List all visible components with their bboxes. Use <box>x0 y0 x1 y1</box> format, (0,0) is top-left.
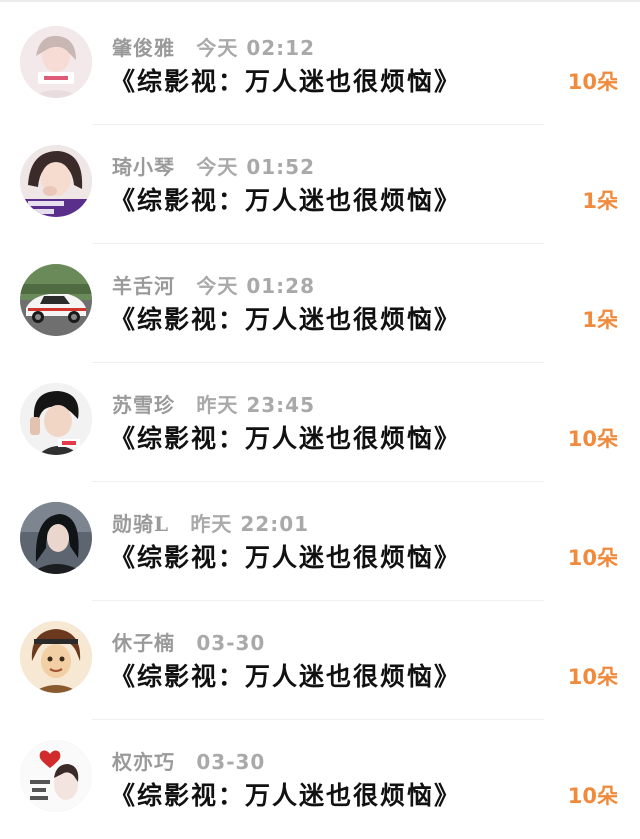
flower-count: 10朵 <box>567 546 618 570</box>
item-meta: 权亦巧 03-30 <box>112 746 265 775</box>
user-name[interactable]: 琦小琴 <box>112 155 175 179</box>
item-meta: 勋骑L 昨天 22:01 <box>112 508 309 537</box>
list-item[interactable]: 权亦巧 03-30 《综影视：万人迷也很烦恼》 10朵 <box>0 720 640 839</box>
user-name[interactable]: 羊舌河 <box>112 274 175 298</box>
timestamp: 昨天 22:01 <box>190 512 310 536</box>
item-meta: 琦小琴 今天 01:52 <box>112 151 315 180</box>
timestamp: 今天 01:28 <box>196 274 315 298</box>
user-name[interactable]: 权亦巧 <box>112 750 175 774</box>
book-title[interactable]: 《综影视：万人迷也很烦恼》 <box>110 657 461 693</box>
item-meta: 苏雪珍 昨天 23:45 <box>112 389 315 418</box>
list-item[interactable]: 羊舌河 今天 01:28 《综影视：万人迷也很烦恼》 1朵 <box>0 244 640 363</box>
flower-count: 1朵 <box>582 308 618 332</box>
user-name[interactable]: 肇俊雅 <box>112 36 175 60</box>
list-item[interactable]: 苏雪珍 昨天 23:45 《综影视：万人迷也很烦恼》 10朵 <box>0 363 640 482</box>
user-name[interactable]: 休子楠 <box>112 631 175 655</box>
book-title[interactable]: 《综影视：万人迷也很烦恼》 <box>110 538 461 574</box>
boy-portrait-avatar[interactable] <box>20 383 92 455</box>
top-divider <box>0 0 640 2</box>
item-meta: 休子楠 03-30 <box>112 627 265 656</box>
gift-list: 肇俊雅 今天 02:12 《综影视：万人迷也很烦恼》 10朵 琦小琴 今天 01… <box>0 6 640 839</box>
timestamp: 昨天 23:45 <box>196 393 315 417</box>
flower-count: 10朵 <box>567 784 618 808</box>
timestamp: 今天 02:12 <box>196 36 315 60</box>
timestamp: 03-30 <box>196 631 266 655</box>
user-name[interactable]: 勋骑L <box>112 512 169 536</box>
user-name[interactable]: 苏雪珍 <box>112 393 175 417</box>
book-title[interactable]: 《综影视：万人迷也很烦恼》 <box>110 300 461 336</box>
flower-count: 10朵 <box>567 427 618 451</box>
list-item[interactable]: 休子楠 03-30 《综影视：万人迷也很烦恼》 10朵 <box>0 601 640 720</box>
girl-selfie-avatar[interactable] <box>20 145 92 217</box>
sports-car-avatar[interactable] <box>20 264 92 336</box>
girl-portrait-avatar[interactable] <box>20 26 92 98</box>
flower-count: 10朵 <box>567 70 618 94</box>
book-title[interactable]: 《综影视：万人迷也很烦恼》 <box>110 62 461 98</box>
list-item[interactable]: 琦小琴 今天 01:52 《综影视：万人迷也很烦恼》 1朵 <box>0 125 640 244</box>
item-meta: 羊舌河 今天 01:28 <box>112 270 315 299</box>
list-item[interactable]: 肇俊雅 今天 02:12 《综影视：万人迷也很烦恼》 10朵 <box>0 6 640 125</box>
dark-hair-woman-avatar[interactable] <box>20 502 92 574</box>
love-heart-avatar[interactable] <box>20 740 92 812</box>
book-title[interactable]: 《综影视：万人迷也很烦恼》 <box>110 419 461 455</box>
cartoon-character-avatar[interactable] <box>20 621 92 693</box>
flower-count: 10朵 <box>567 665 618 689</box>
item-meta: 肇俊雅 今天 02:12 <box>112 32 315 61</box>
book-title[interactable]: 《综影视：万人迷也很烦恼》 <box>110 181 461 217</box>
list-item[interactable]: 勋骑L 昨天 22:01 《综影视：万人迷也很烦恼》 10朵 <box>0 482 640 601</box>
timestamp: 03-30 <box>196 750 266 774</box>
book-title[interactable]: 《综影视：万人迷也很烦恼》 <box>110 776 461 812</box>
flower-count: 1朵 <box>582 189 618 213</box>
timestamp: 今天 01:52 <box>196 155 315 179</box>
